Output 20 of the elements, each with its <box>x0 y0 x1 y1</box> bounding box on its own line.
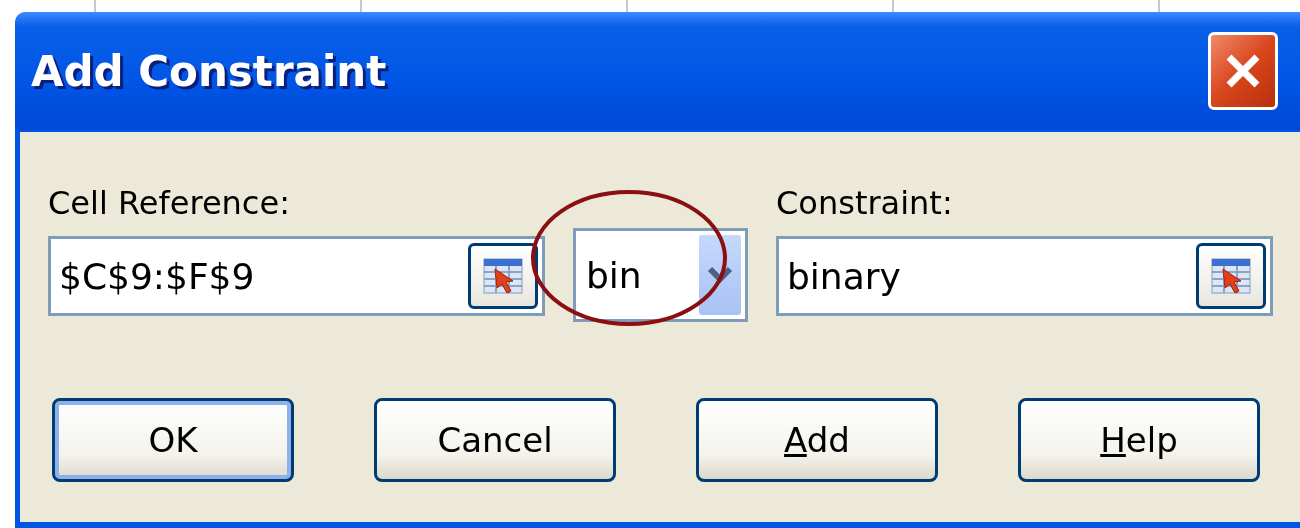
field-label: Cell Reference: <box>48 184 291 224</box>
text-field[interactable]: $C$9:$F$9 <box>48 236 545 316</box>
text-field[interactable]: binary <box>776 236 1273 316</box>
field-label: Constraint: <box>776 184 954 224</box>
field-value: $C$9:$F$9 <box>59 255 256 297</box>
field-value: binary <box>787 255 902 297</box>
range-picker-icon <box>483 257 523 295</box>
range-picker-button[interactable] <box>468 243 538 309</box>
window-title: Add Constraint <box>31 46 387 96</box>
dropdown-value: bin <box>586 254 643 296</box>
range-picker-icon <box>1211 257 1251 295</box>
range-picker-button[interactable] <box>1196 243 1266 309</box>
dialog-button[interactable]: OK <box>52 398 294 482</box>
chevron-down-icon <box>707 266 733 284</box>
dropdown-arrow-button[interactable] <box>699 235 741 315</box>
operator-dropdown[interactable]: bin <box>573 228 748 322</box>
dialog-button[interactable]: Help <box>1018 398 1260 482</box>
close-button[interactable] <box>1208 32 1278 110</box>
dialog-button[interactable]: Cancel <box>374 398 616 482</box>
dialog-button[interactable]: Add <box>696 398 938 482</box>
